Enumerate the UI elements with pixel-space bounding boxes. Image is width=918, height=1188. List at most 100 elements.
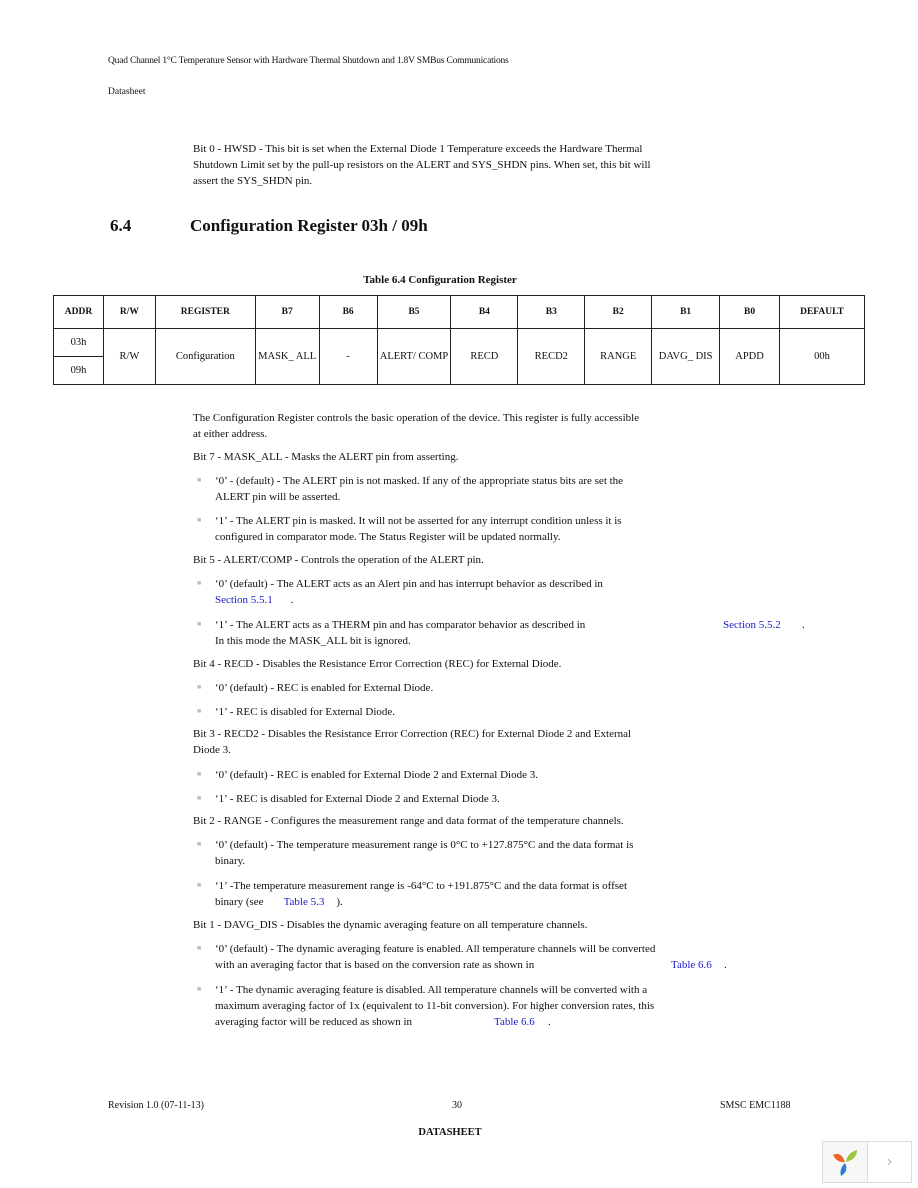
option-line: binary.	[215, 855, 246, 867]
column-header: ADDR	[53, 295, 104, 329]
bullet-icon: ■	[197, 683, 202, 691]
bit5-option-0: ‘0’ (default) - The ALERT acts as an Ale…	[215, 576, 685, 608]
section-5-5-2-link[interactable]: Section 5.5.2	[723, 617, 781, 633]
column-header: R/W	[102, 295, 156, 329]
column-header: B3	[517, 295, 586, 329]
table-6-6-link[interactable]: Table 6.6	[494, 1014, 535, 1030]
bit-cell-b1: DAVG_ DIS	[651, 328, 721, 385]
bit-cell-b5: ALERT/ COMP	[376, 328, 452, 385]
chevron-right-icon: ›	[886, 1154, 893, 1170]
bullet-icon: ■	[197, 579, 202, 587]
bit-cell-b3: RECD2	[517, 328, 586, 385]
viewer-navigation: ›	[822, 1141, 912, 1183]
next-page-button[interactable]: ›	[868, 1142, 911, 1182]
column-header: B0	[719, 295, 780, 329]
option-line: ‘1’ - The ALERT pin is masked. It will n…	[215, 515, 622, 527]
footer-revision: Revision 1.0 (07-11-13)	[108, 1100, 205, 1111]
bit1-title: Bit 1 - DAVG_DIS - Disables the dynamic …	[193, 919, 588, 931]
table-caption: Table 6.4 Configuration Register	[363, 274, 517, 286]
document-header-subtitle: Datasheet	[108, 87, 146, 97]
option-line: ‘0’ - (default) - The ALERT pin is not m…	[215, 475, 624, 487]
section-number: 6.4	[110, 216, 132, 235]
viewer-logo-icon	[823, 1142, 868, 1182]
footer-label: DATASHEET	[418, 1127, 482, 1138]
bit-cell-b4: RECD	[450, 328, 519, 385]
bullet-icon: ■	[197, 707, 202, 715]
option-text: with an averaging factor that is based o…	[215, 959, 535, 971]
column-header: REGISTER	[154, 295, 256, 329]
bullet-icon: ■	[197, 840, 202, 848]
table-row: 03h R/W Configuration MASK_ ALL - ALERT/…	[53, 328, 865, 385]
option-line: ‘0’ (default) - The dynamic averaging fe…	[215, 943, 656, 955]
option-line: ‘1’ - The ALERT acts as a THERM pin and …	[215, 619, 586, 631]
option-line: In this mode the MASK_ALL bit is ignored…	[215, 635, 411, 647]
register-name-cell: Configuration	[154, 328, 256, 385]
column-header: B7	[254, 295, 320, 329]
column-header: B1	[651, 295, 721, 329]
section-5-5-1-link[interactable]: Section 5.5.1	[215, 594, 273, 606]
bullet-icon: ■	[197, 985, 202, 993]
default-cell: 00h	[779, 328, 865, 385]
option-line: configured in comparator mode. The Statu…	[215, 531, 561, 543]
bit7-option-0: ‘0’ - (default) - The ALERT pin is not m…	[215, 473, 685, 505]
bit-cell-b6: -	[318, 328, 378, 385]
bit4-option-1: ‘1’ - REC is disabled for External Diode…	[215, 706, 396, 718]
bit0-line: assert the SYS_SHDN pin.	[193, 175, 313, 187]
bit0-description: Bit 0 - HWSD - This bit is set when the …	[193, 141, 673, 189]
bullet-icon: ■	[197, 794, 202, 802]
column-header: B2	[584, 295, 653, 329]
column-header: B4	[450, 295, 519, 329]
option-text: binary (see	[215, 896, 264, 908]
bit4-option-0: ‘0’ (default) - REC is enabled for Exter…	[215, 682, 434, 694]
configuration-register-table: ADDR R/W REGISTER B7 B6 B5 B4 B3 B2 B1 B…	[53, 295, 865, 385]
option-line: ALERT pin will be asserted.	[215, 491, 341, 503]
footer-page-number: 30	[452, 1100, 462, 1111]
bullet-icon: ■	[197, 770, 202, 778]
column-header: B6	[318, 295, 378, 329]
bit7-option-1: ‘1’ - The ALERT pin is masked. It will n…	[215, 513, 685, 545]
bit0-line: Bit 0 - HWSD - This bit is set when the …	[193, 143, 643, 155]
description-line: The Configuration Register controls the …	[193, 412, 640, 424]
rw-cell: R/W	[102, 328, 156, 385]
bullet-icon: ■	[197, 620, 202, 628]
bit5-option-1: ‘1’ - The ALERT acts as a THERM pin and …	[215, 617, 815, 649]
bit2-option-0: ‘0’ (default) - The temperature measurem…	[215, 837, 685, 869]
option-text: averaging factor will be reduced as show…	[215, 1016, 413, 1028]
table-header-row: ADDR R/W REGISTER B7 B6 B5 B4 B3 B2 B1 B…	[53, 295, 865, 329]
column-header: B5	[376, 295, 452, 329]
bit3-option-0: ‘0’ (default) - REC is enabled for Exter…	[215, 769, 538, 781]
register-description: The Configuration Register controls the …	[193, 410, 673, 442]
bit3-title: Bit 3 - RECD2 - Disables the Resistance …	[193, 726, 693, 758]
bit4-title: Bit 4 - RECD - Disables the Resistance E…	[193, 658, 562, 670]
bit-cell-b0: APDD	[719, 328, 780, 385]
bit5-title: Bit 5 - ALERT/COMP - Controls the operat…	[193, 554, 484, 566]
option-line: maximum averaging factor of 1x (equivale…	[215, 1000, 655, 1012]
option-text: ).	[336, 896, 343, 908]
option-line: ‘1’ - The dynamic averaging feature is d…	[215, 984, 648, 996]
table-5-3-link[interactable]: Table 5.3	[284, 896, 325, 908]
footer-part-number: SMSC EMC1188	[720, 1100, 791, 1111]
bit3-option-1: ‘1’ - REC is disabled for External Diode…	[215, 793, 500, 805]
addr-cell: 03h	[53, 328, 104, 357]
option-line: ‘0’ (default) - The ALERT acts as an Ale…	[215, 578, 603, 590]
option-line: ‘0’ (default) - The temperature measurem…	[215, 839, 634, 851]
document-header-title: Quad Channel 1°C Temperature Sensor with…	[108, 56, 509, 66]
bit2-title: Bit 2 - RANGE - Configures the measureme…	[193, 815, 624, 827]
title-line: Bit 3 - RECD2 - Disables the Resistance …	[193, 728, 632, 740]
addr-cell: 09h	[53, 356, 104, 385]
bit-cell-b7: MASK_ ALL	[254, 328, 320, 385]
bit1-option-0: ‘0’ (default) - The dynamic averaging fe…	[215, 941, 755, 973]
table-6-6-link[interactable]: Table 6.6	[671, 957, 712, 973]
bit1-option-1: ‘1’ - The dynamic averaging feature is d…	[215, 982, 685, 1030]
title-line: Diode 3.	[193, 744, 231, 756]
bullet-icon: ■	[197, 476, 202, 484]
option-line: ‘1’ -The temperature measurement range i…	[215, 880, 627, 892]
bit-cell-b2: RANGE	[584, 328, 653, 385]
bullet-icon: ■	[197, 516, 202, 524]
bit7-title: Bit 7 - MASK_ALL - Masks the ALERT pin f…	[193, 451, 459, 463]
bullet-icon: ■	[197, 881, 202, 889]
bullet-icon: ■	[197, 944, 202, 952]
section-title: Configuration Register 03h / 09h	[190, 216, 428, 235]
column-header: DEFAULT	[779, 295, 865, 329]
description-line: at either address.	[193, 428, 268, 440]
